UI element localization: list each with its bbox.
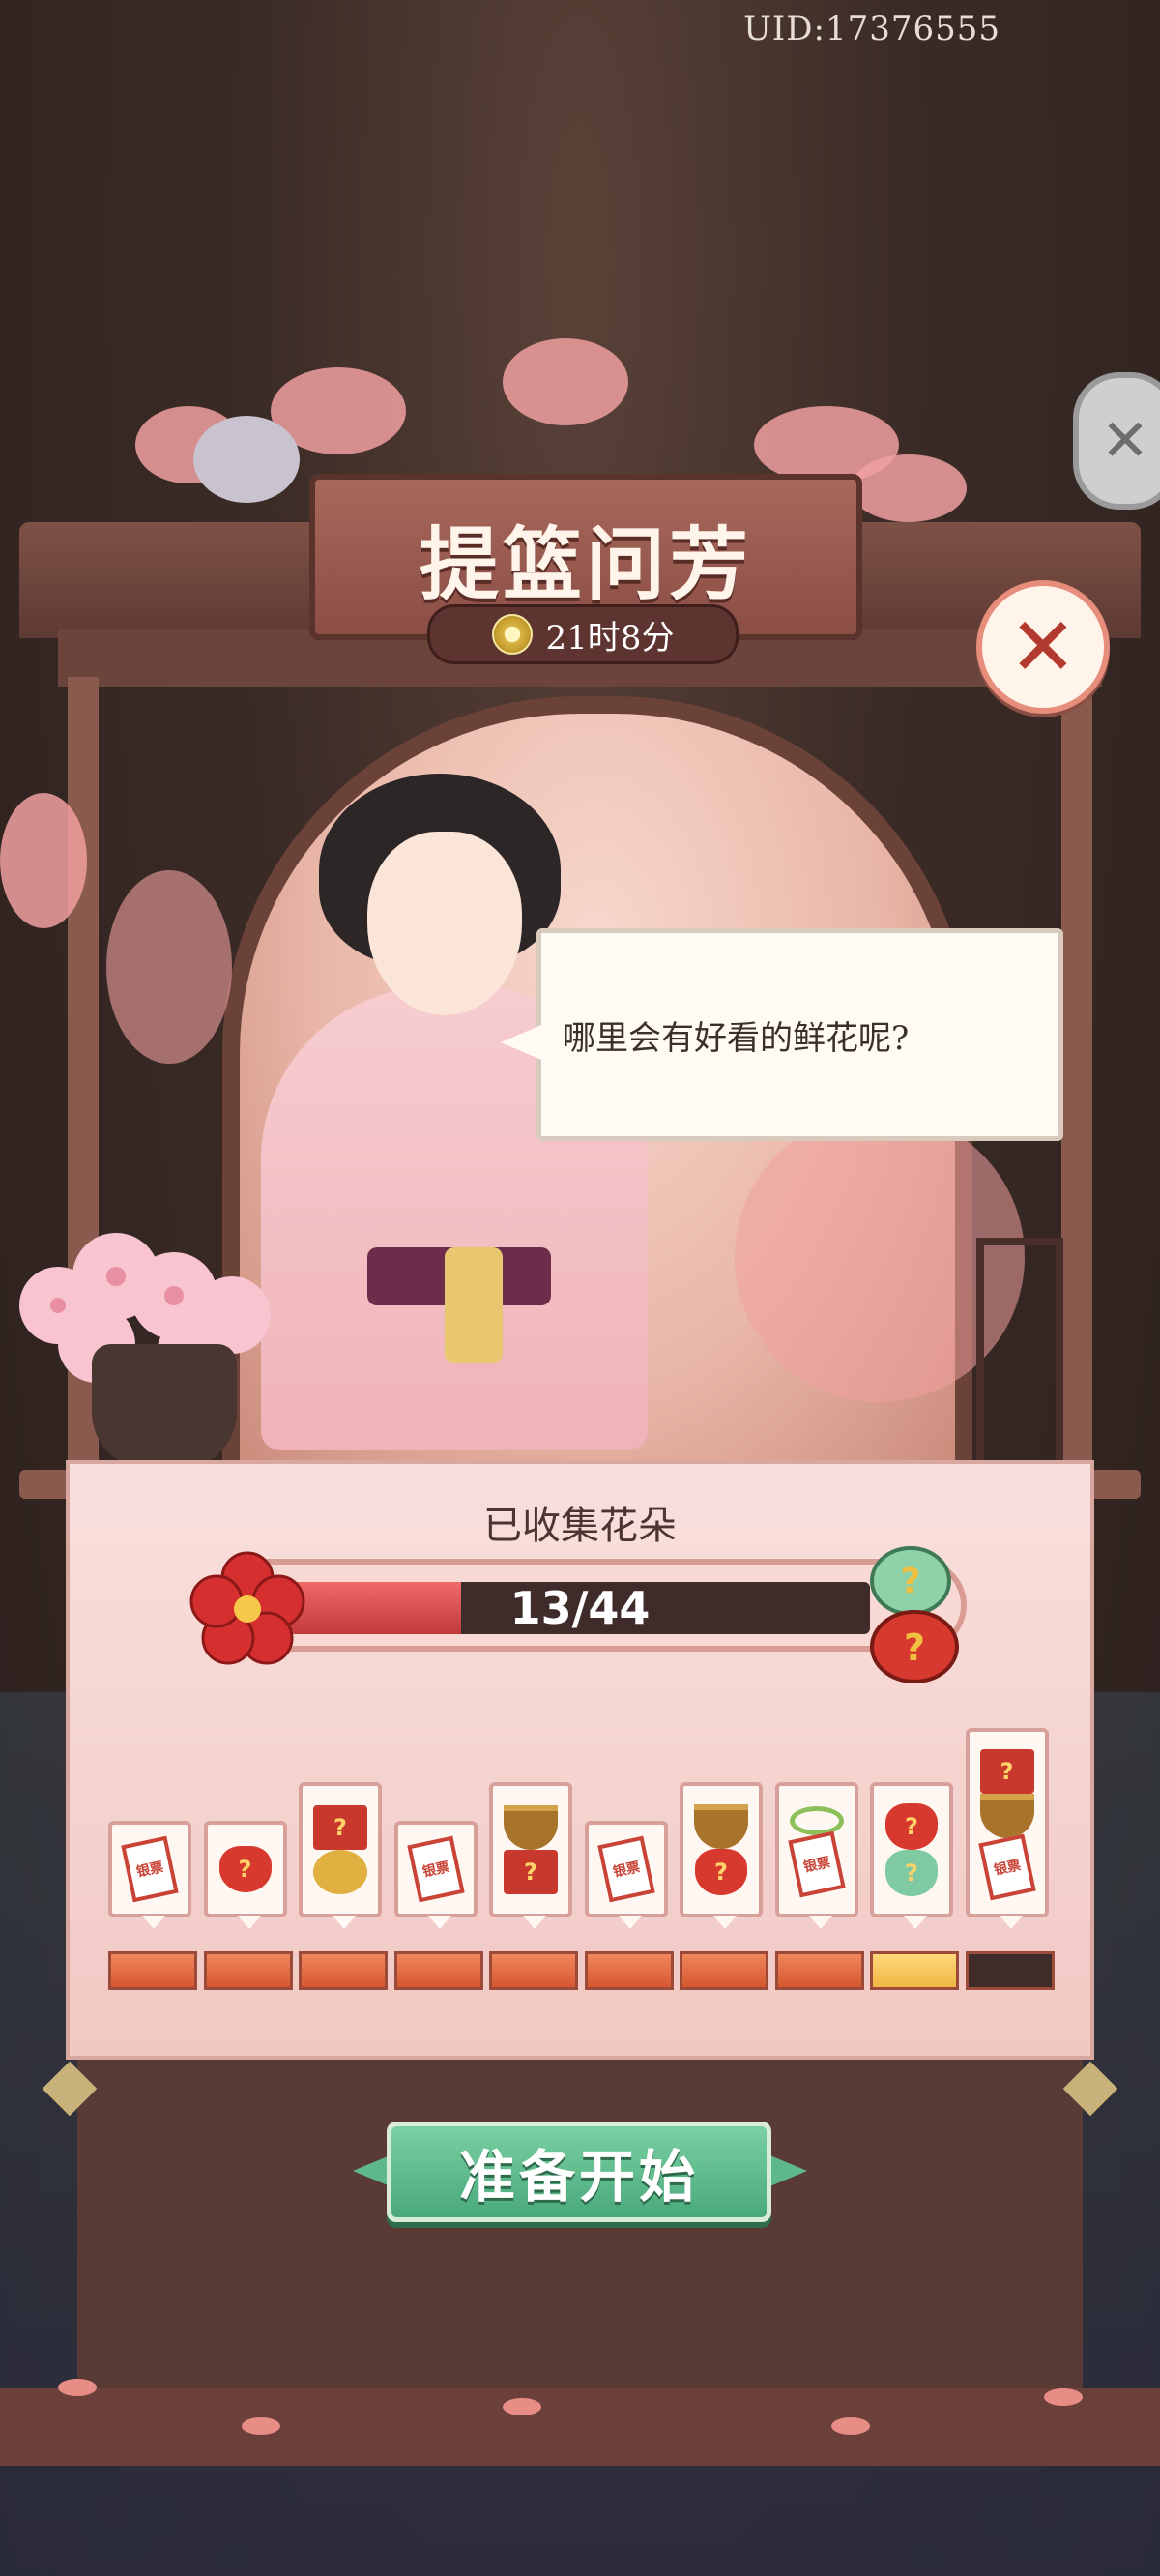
milestone-reward-slot[interactable]: ? [489,1782,572,1929]
red-lucky-bag-icon: ? [218,1846,272,1892]
dialogue-text: 哪里会有好看的鲜花呢? [563,1018,910,1058]
start-button-label: 准备开始 [458,2144,699,2210]
lucky-bag-icon[interactable]: ? ? [851,1533,976,1687]
blossom-decoration [851,454,967,522]
mouse-mascot [193,416,300,503]
clock-coin-icon [491,614,533,655]
stall-base [77,2060,1083,2388]
silver-ticket-icon: 银票 [596,1835,655,1903]
milestone-progress-segment [870,1951,959,1990]
red-gift-box-icon: ? [979,1749,1034,1794]
petal-decoration [58,2379,97,2396]
incense-burner-icon [504,1805,558,1850]
side-close-icon[interactable]: ✕ [1073,372,1160,510]
milestone-progress-segment [203,1951,293,1990]
milestone-progress-segment [393,1951,483,1990]
flower-basket [92,1344,237,1470]
silver-ticket-icon: 银票 [406,1835,465,1903]
milestone-reward-slot[interactable]: 银票 [774,1782,858,1929]
blossom-decoration [106,870,232,1064]
milestone-progress-segment [965,1951,1055,1990]
event-timer: 21时8分 [427,604,739,664]
milestone-reward-slot[interactable]: ? [680,1782,763,1929]
milestone-reward-slot[interactable]: 银票 [108,1821,191,1929]
incense-burner-icon [694,1804,748,1849]
blossom-decoration [0,793,87,928]
red-gift-box-icon: ? [313,1805,367,1850]
green-lucky-bag-icon: ? [885,1850,938,1896]
flower-stand [976,1238,1063,1470]
milestone-progress-segment [299,1951,388,1990]
event-title: 提篮问芳 [419,517,752,611]
petal-decoration [831,2417,870,2435]
milestone-progress-segment [489,1951,578,1990]
incense-burner-icon [979,1794,1034,1838]
blossom-decoration [503,338,628,425]
start-button[interactable]: 准备开始 [387,2122,771,2222]
milestone-reward-slot[interactable]: 银票 [584,1821,668,1929]
milestone-progress-segment [108,1951,197,1990]
collection-title: 已收集花朵 [483,1504,677,1548]
red-gift-box-icon: ? [504,1850,558,1894]
milestone-progress-segment [680,1951,768,1990]
milestone-progress-segment [774,1951,864,1990]
plum-blossom-icon [189,1551,305,1665]
floor [0,2388,1160,2466]
silver-ticket-icon: 银票 [787,1830,846,1898]
milestone-reward-slot[interactable]: 银票 [393,1821,478,1929]
svg-text:?: ? [901,1562,921,1601]
close-icon: ✕ [1008,600,1078,694]
milestone-reward-slot[interactable]: ? [299,1782,382,1929]
milestone-reward-slot[interactable]: ? 银票 [965,1728,1049,1929]
petal-decoration [503,2398,541,2415]
uid-label: UID:17376555 [743,10,1000,48]
character-face [367,832,522,1015]
scissors-icon [789,1806,844,1835]
stall-pillar-right [1061,677,1092,1499]
milestone-progress-segment [584,1951,674,1990]
petal-decoration [242,2417,280,2435]
red-lucky-bag-icon: ? [885,1803,938,1850]
character-bow [445,1247,503,1363]
speech-bubble: 哪里会有好看的鲜花呢? [501,928,1063,1141]
red-lucky-bag-icon: ? [695,1849,747,1895]
petal-decoration [1044,2388,1083,2406]
progress-text: 13/44 [509,1582,651,1634]
milestone-reward-slot[interactable]: ?? [870,1782,953,1929]
fortune-doll-icon [313,1850,367,1894]
timer-text: 21时8分 [545,618,675,658]
svg-text:?: ? [904,1626,925,1669]
silver-ticket-icon: 银票 [121,1835,179,1903]
close-button[interactable]: ✕ [976,580,1110,714]
milestone-reward-slot[interactable]: ? [203,1821,287,1929]
silver-ticket-icon: 银票 [977,1833,1036,1901]
